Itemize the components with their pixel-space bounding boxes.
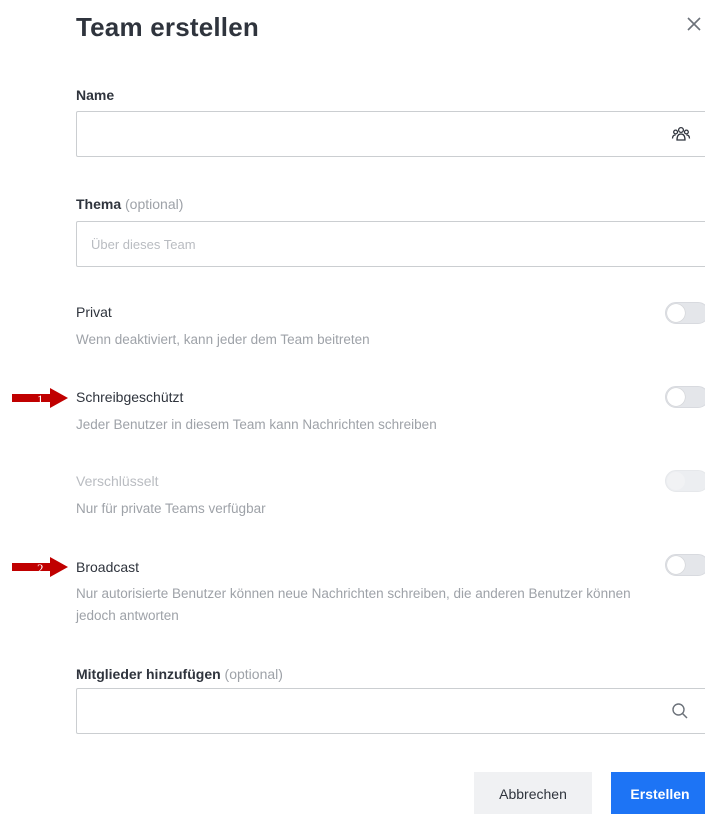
topic-input[interactable]	[77, 222, 705, 266]
annotation-number-1: 1	[37, 392, 44, 407]
private-description: Wenn deaktiviert, kann jeder dem Team be…	[76, 332, 370, 347]
topic-label: Thema (optional)	[76, 196, 184, 212]
toggle-knob	[667, 472, 685, 490]
name-input[interactable]	[77, 112, 705, 156]
dialog-title: Team erstellen	[76, 12, 259, 42]
members-input-box[interactable]	[76, 688, 705, 734]
toggle-knob	[667, 556, 685, 574]
topic-input-box[interactable]	[76, 221, 705, 267]
private-toggle[interactable]	[665, 302, 705, 324]
create-team-dialog: Team erstellen Name Thema (optional) Pri…	[0, 0, 705, 814]
private-title: Privat	[76, 304, 112, 320]
team-icon	[671, 126, 691, 141]
members-label: Mitglieder hinzufügen (optional)	[76, 666, 283, 682]
readonly-toggle[interactable]	[665, 386, 705, 408]
broadcast-description: Nur autorisierte Benutzer können neue Na…	[76, 586, 631, 623]
readonly-title: Schreibgeschützt	[76, 389, 184, 405]
cancel-button[interactable]: Abbrechen	[474, 772, 592, 814]
annotation-number-2: 2	[37, 561, 44, 576]
close-icon[interactable]	[684, 14, 704, 34]
readonly-description: Jeder Benutzer in diesem Team kann Nachr…	[76, 417, 437, 432]
search-icon[interactable]	[671, 702, 689, 720]
toggle-knob	[667, 388, 685, 406]
members-input[interactable]	[77, 689, 705, 733]
broadcast-toggle[interactable]	[665, 554, 705, 576]
name-label: Name	[76, 87, 115, 103]
encrypted-description: Nur für private Teams verfügbar	[76, 501, 266, 516]
broadcast-title: Broadcast	[76, 559, 140, 575]
toggle-knob	[667, 304, 685, 322]
encrypted-toggle	[665, 470, 705, 492]
name-input-box[interactable]	[76, 111, 705, 157]
encrypted-title: Verschlüsselt	[76, 473, 159, 489]
create-button[interactable]: Erstellen	[611, 772, 705, 814]
